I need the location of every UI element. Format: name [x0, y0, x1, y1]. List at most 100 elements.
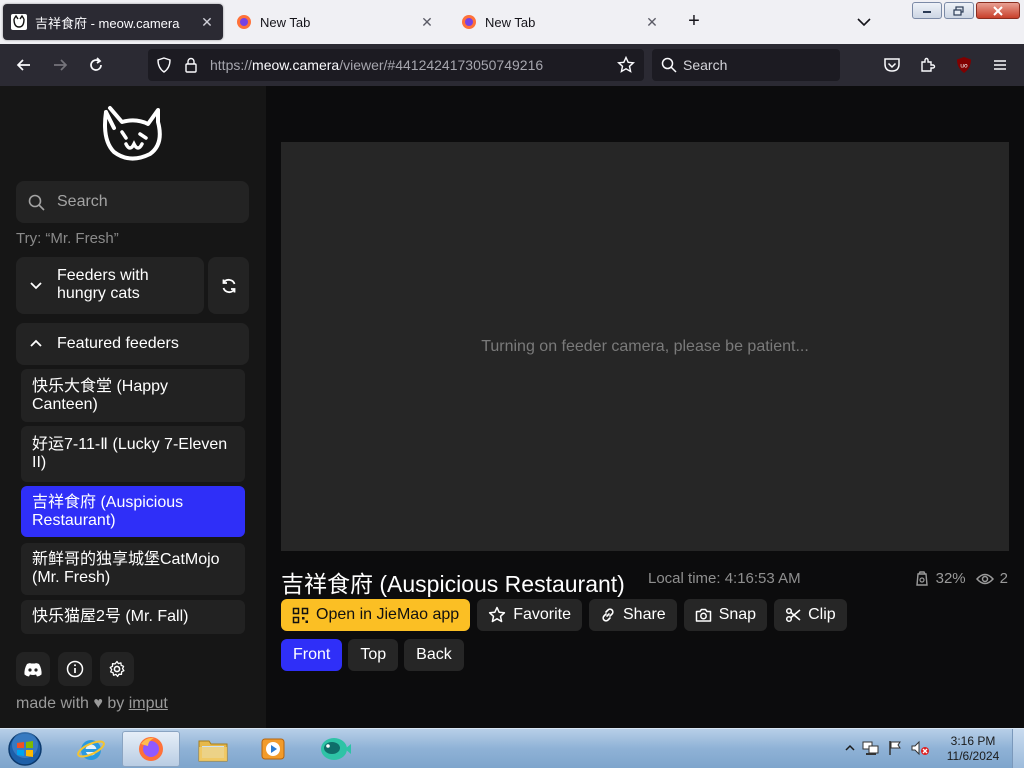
- shield-icon[interactable]: [156, 57, 172, 73]
- tab-new-tab-1[interactable]: New Tab ✕: [228, 4, 443, 40]
- tab-title: New Tab: [260, 14, 311, 30]
- tab-new-tab-2[interactable]: New Tab ✕: [453, 4, 668, 40]
- feeder-item-happy-canteen[interactable]: 快乐大食堂 (Happy Canteen): [21, 369, 245, 422]
- feeder-name: 吉祥食府 (Auspicious Restaurant): [32, 493, 184, 529]
- scissors-icon: [786, 607, 801, 623]
- app-menu-button[interactable]: [988, 53, 1012, 77]
- extensions-button[interactable]: [916, 53, 940, 77]
- new-tab-plus-icon[interactable]: +: [684, 11, 704, 32]
- clock-date: 11/6/2024: [946, 749, 1000, 763]
- fish-app-icon: [321, 738, 351, 760]
- camera-video-area[interactable]: Turning on feeder camera, please be pati…: [281, 142, 1009, 551]
- chevron-down-icon: [30, 282, 42, 290]
- minimize-icon: [923, 10, 931, 13]
- discord-icon: [24, 662, 42, 676]
- meow-camera-logo-icon: [103, 106, 162, 161]
- view-back-button[interactable]: Back: [404, 639, 464, 671]
- camera-status-message: Turning on feeder camera, please be pati…: [481, 338, 809, 355]
- refresh-button[interactable]: [208, 257, 249, 314]
- star-bookmark-icon[interactable]: [617, 56, 635, 74]
- by-text: by: [107, 695, 125, 712]
- browser-tab-strip: 吉祥食府 - meow.camera ✕ New Tab ✕ New Tab ✕…: [0, 0, 1024, 44]
- camera-icon: [695, 608, 711, 622]
- snap-button[interactable]: Snap: [683, 599, 768, 631]
- firefox-icon: [139, 737, 163, 761]
- feeder-stats: 32% 2: [914, 570, 1008, 587]
- feeder-item-mr-fresh[interactable]: 新鲜哥的独享城堡CatMojo (Mr. Fresh): [21, 543, 245, 595]
- feeder-item-auspicious-restaurant[interactable]: 吉祥食府 (Auspicious Restaurant): [21, 486, 245, 537]
- featured-feeders-toggle[interactable]: Featured feeders: [16, 323, 249, 365]
- refresh-icon: [222, 278, 235, 293]
- camera-view-selector: Front Top Back: [281, 639, 464, 671]
- featured-feeders-label: Featured feeders: [57, 335, 179, 352]
- folder-icon: [198, 740, 228, 762]
- viewer-count: 2: [999, 570, 1008, 587]
- sidebar: Search Try: “Mr. Fresh” Feeders with hun…: [0, 86, 266, 728]
- view-front-button[interactable]: Front: [281, 639, 343, 671]
- open-in-app-button[interactable]: Open in JieMao app: [281, 599, 471, 631]
- windows-taskbar: 3:16 PM 11/6/2024: [0, 728, 1024, 768]
- internet-explorer-icon: [77, 740, 105, 760]
- list-all-tabs-chevron-icon[interactable]: [854, 12, 874, 32]
- action-center-flag-icon[interactable]: [887, 740, 903, 756]
- tab-close-icon[interactable]: ✕: [419, 14, 435, 30]
- address-bar[interactable]: https://meow.camera/viewer/#441242417305…: [148, 49, 644, 81]
- pocket-icon: [884, 58, 900, 72]
- minimize-button[interactable]: [912, 2, 942, 19]
- taskbar-file-explorer[interactable]: [184, 731, 242, 767]
- network-icon[interactable]: [862, 740, 880, 756]
- taskbar-clock[interactable]: 3:16 PM 11/6/2024: [940, 734, 1006, 764]
- url-text: https://meow.camera/viewer/#441242417305…: [210, 49, 543, 81]
- close-window-button[interactable]: [976, 2, 1020, 19]
- discord-button[interactable]: [16, 652, 50, 686]
- volume-muted-icon[interactable]: [910, 740, 930, 756]
- taskbar-internet-explorer[interactable]: [62, 731, 120, 767]
- favorite-button[interactable]: Favorite: [477, 599, 582, 631]
- hamburger-menu-icon: [994, 60, 1006, 70]
- feeder-name: 快乐猫屋2号 (Mr. Fall): [32, 608, 189, 625]
- taskbar-app-fish[interactable]: [306, 731, 364, 767]
- feeder-item-mr-fall[interactable]: 快乐猫屋2号 (Mr. Fall): [21, 600, 245, 634]
- tab-title: New Tab: [485, 14, 536, 30]
- tab-close-icon[interactable]: ✕: [199, 14, 215, 30]
- firefox-icon: [237, 15, 251, 29]
- lock-icon[interactable]: [184, 57, 198, 73]
- pocket-button[interactable]: [880, 53, 904, 77]
- hungry-feeders-label: Feeders with hungry cats: [57, 267, 149, 302]
- star-icon: [489, 606, 506, 623]
- ublock-origin-button[interactable]: uo: [952, 53, 976, 77]
- tab-close-icon[interactable]: ✕: [644, 14, 660, 30]
- favorite-label: Favorite: [513, 606, 571, 623]
- feeder-item-lucky-7-eleven[interactable]: 好运7-11-Ⅱ (Lucky 7-Eleven II): [21, 426, 245, 482]
- start-button-icon[interactable]: [6, 731, 44, 767]
- show-hidden-icons-icon[interactable]: [845, 743, 855, 753]
- show-desktop-button[interactable]: [1012, 729, 1024, 768]
- hungry-feeders-toggle[interactable]: Feeders with hungry cats: [16, 257, 204, 314]
- url-host: meow.camera: [252, 57, 340, 73]
- settings-button[interactable]: [100, 652, 134, 686]
- share-button[interactable]: Share: [589, 599, 677, 631]
- qr-code-icon: [292, 607, 309, 623]
- taskbar-firefox[interactable]: [122, 731, 180, 767]
- info-button[interactable]: [58, 652, 92, 686]
- forward-button[interactable]: [48, 53, 72, 77]
- imput-link[interactable]: imput: [129, 695, 168, 712]
- tab-meow-camera[interactable]: 吉祥食府 - meow.camera ✕: [3, 4, 223, 40]
- arrow-right-icon: [54, 59, 68, 71]
- web-search-bar[interactable]: Search: [652, 49, 840, 81]
- restore-button[interactable]: [944, 2, 974, 19]
- taskbar-media-player[interactable]: [244, 731, 302, 767]
- feeder-search-input[interactable]: Search: [16, 181, 249, 223]
- eye-icon: [975, 573, 994, 584]
- reload-button[interactable]: [84, 53, 108, 77]
- window-controls: [912, 2, 1020, 19]
- firefox-icon: [462, 15, 476, 29]
- search-icon: [28, 194, 45, 211]
- open-in-app-label: Open in JieMao app: [316, 606, 460, 623]
- back-button[interactable]: [12, 53, 36, 77]
- view-top-button[interactable]: Top: [348, 639, 399, 671]
- feeder-search-placeholder: Search: [57, 193, 108, 210]
- system-tray: [845, 740, 930, 756]
- media-player-icon: [261, 738, 285, 760]
- clip-button[interactable]: Clip: [774, 599, 847, 631]
